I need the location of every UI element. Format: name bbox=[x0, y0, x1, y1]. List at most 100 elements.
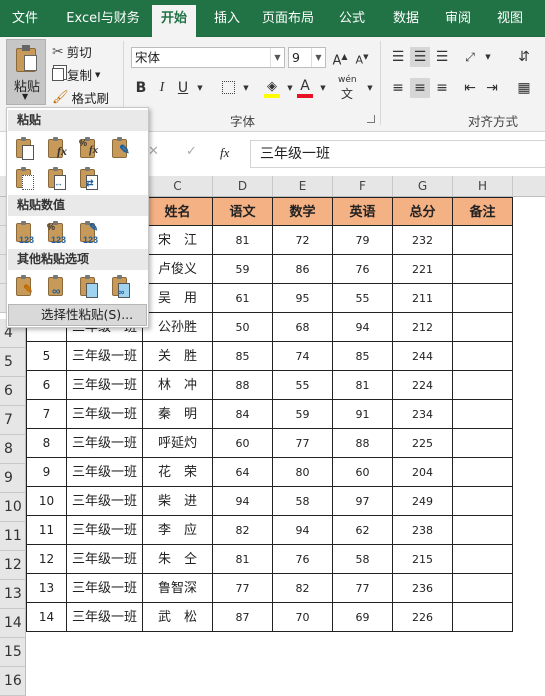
chinese-cell[interactable]: 77 bbox=[213, 574, 273, 603]
index-cell[interactable]: 13 bbox=[26, 574, 67, 603]
chinese-cell[interactable]: 81 bbox=[213, 226, 273, 255]
align-middle-button[interactable]: ☰ bbox=[410, 47, 430, 67]
align-right-button[interactable]: ≡ bbox=[432, 78, 452, 98]
english-cell[interactable]: 58 bbox=[333, 545, 393, 574]
total-cell[interactable]: 244 bbox=[393, 342, 453, 371]
orientation-dropdown[interactable]: ▼ bbox=[478, 47, 498, 67]
total-cell[interactable]: 238 bbox=[393, 516, 453, 545]
row-header[interactable]: 8 bbox=[0, 435, 26, 464]
index-cell[interactable]: 10 bbox=[26, 487, 67, 516]
align-left-button[interactable]: ≡ bbox=[388, 78, 408, 98]
orientation-button[interactable]: ⤢ bbox=[460, 47, 480, 67]
phonetic-button[interactable]: wén 文 bbox=[338, 75, 362, 101]
paste-option-keep-source-format[interactable]: ✎ bbox=[109, 136, 133, 162]
name-cell[interactable]: 鲁智深 bbox=[143, 574, 213, 603]
name-cell[interactable]: 吴 用 bbox=[143, 284, 213, 313]
chinese-cell[interactable]: 84 bbox=[213, 400, 273, 429]
column-header-h[interactable]: H bbox=[453, 176, 513, 197]
paste-option-keep-column-width[interactable]: ↔ bbox=[45, 166, 69, 192]
font-color-dropdown[interactable]: ▼ bbox=[313, 78, 333, 98]
name-cell[interactable]: 公孙胜 bbox=[143, 313, 213, 342]
row-header[interactable]: 16 bbox=[0, 667, 26, 696]
note-cell[interactable] bbox=[453, 371, 513, 400]
borders-dropdown[interactable]: ▼ bbox=[236, 78, 256, 98]
math-cell[interactable]: 59 bbox=[273, 400, 333, 429]
tab-8[interactable]: 视图 bbox=[488, 0, 532, 37]
font-color-button[interactable]: A bbox=[295, 76, 315, 98]
row-header[interactable]: 15 bbox=[0, 638, 26, 667]
note-cell[interactable] bbox=[453, 516, 513, 545]
note-cell[interactable] bbox=[453, 400, 513, 429]
class-cell[interactable]: 三年级一班 bbox=[67, 400, 143, 429]
paste-option-values[interactable]: 123 bbox=[13, 220, 37, 246]
english-cell[interactable]: 81 bbox=[333, 371, 393, 400]
row-header[interactable]: 10 bbox=[0, 493, 26, 522]
column-header-e[interactable]: E bbox=[273, 176, 333, 197]
name-cell[interactable]: 秦 明 bbox=[143, 400, 213, 429]
index-cell[interactable]: 12 bbox=[26, 545, 67, 574]
row-header[interactable]: 5 bbox=[0, 348, 26, 377]
paste-option-picture[interactable] bbox=[77, 274, 101, 300]
total-cell[interactable]: 211 bbox=[393, 284, 453, 313]
index-cell[interactable]: 6 bbox=[26, 371, 67, 400]
total-cell[interactable]: 234 bbox=[393, 400, 453, 429]
class-cell[interactable]: 三年级一班 bbox=[67, 458, 143, 487]
phonetic-dropdown[interactable]: ▼ bbox=[360, 78, 380, 98]
shrink-font-button[interactable]: A▼ bbox=[352, 47, 372, 67]
total-cell[interactable]: 204 bbox=[393, 458, 453, 487]
paste-option-transpose[interactable]: ⇄ bbox=[77, 166, 101, 192]
paste-option-formulas[interactable]: fx bbox=[45, 136, 69, 162]
total-cell[interactable]: 215 bbox=[393, 545, 453, 574]
note-cell[interactable] bbox=[453, 487, 513, 516]
class-cell[interactable]: 三年级一班 bbox=[67, 487, 143, 516]
note-cell[interactable] bbox=[453, 342, 513, 371]
tab-6[interactable]: 数据 bbox=[384, 0, 428, 37]
total-cell[interactable]: 226 bbox=[393, 603, 453, 632]
class-cell[interactable]: 三年级一班 bbox=[67, 545, 143, 574]
row-header[interactable]: 12 bbox=[0, 551, 26, 580]
chinese-cell[interactable]: 81 bbox=[213, 545, 273, 574]
class-cell[interactable]: 三年级一班 bbox=[67, 342, 143, 371]
font-dialog-launcher-icon[interactable] bbox=[367, 115, 375, 123]
english-cell[interactable]: 79 bbox=[333, 226, 393, 255]
header-cell[interactable]: 数学 bbox=[273, 197, 333, 226]
paste-option-formulas-number-format[interactable]: % fx bbox=[77, 136, 101, 162]
name-cell[interactable]: 呼延灼 bbox=[143, 429, 213, 458]
math-cell[interactable]: 74 bbox=[273, 342, 333, 371]
name-cell[interactable]: 林 冲 bbox=[143, 371, 213, 400]
paste-option-paste[interactable] bbox=[13, 136, 37, 162]
name-cell[interactable]: 柴 进 bbox=[143, 487, 213, 516]
math-cell[interactable]: 94 bbox=[273, 516, 333, 545]
enter-icon[interactable]: ✓ bbox=[186, 144, 197, 159]
chinese-cell[interactable]: 85 bbox=[213, 342, 273, 371]
format-painter-button[interactable]: 🖌 格式刷 bbox=[52, 88, 109, 107]
name-cell[interactable]: 花 荣 bbox=[143, 458, 213, 487]
font-size-combo[interactable]: 9 ▼ bbox=[288, 47, 326, 68]
english-cell[interactable]: 60 bbox=[333, 458, 393, 487]
index-cell[interactable]: 7 bbox=[26, 400, 67, 429]
total-cell[interactable]: 232 bbox=[393, 226, 453, 255]
align-bottom-button[interactable]: ☰ bbox=[432, 47, 452, 67]
chinese-cell[interactable]: 87 bbox=[213, 603, 273, 632]
name-cell[interactable]: 李 应 bbox=[143, 516, 213, 545]
paste-button[interactable]: 粘贴 ▼ bbox=[6, 39, 46, 105]
note-cell[interactable] bbox=[453, 545, 513, 574]
paste-option-formatting[interactable]: ✎ bbox=[13, 274, 37, 300]
row-header[interactable]: 7 bbox=[0, 406, 26, 435]
column-header-g[interactable]: G bbox=[393, 176, 453, 197]
note-cell[interactable] bbox=[453, 603, 513, 632]
align-top-button[interactable]: ☰ bbox=[388, 47, 408, 67]
total-cell[interactable]: 212 bbox=[393, 313, 453, 342]
note-cell[interactable] bbox=[453, 226, 513, 255]
tab-4[interactable]: 页面布局 bbox=[257, 0, 319, 37]
chinese-cell[interactable]: 88 bbox=[213, 371, 273, 400]
formula-input[interactable]: 三年级一班 bbox=[250, 140, 545, 168]
header-cell[interactable]: 语文 bbox=[213, 197, 273, 226]
wrap-text-button[interactable]: ⇵ bbox=[514, 47, 534, 67]
math-cell[interactable]: 58 bbox=[273, 487, 333, 516]
row-header[interactable]: 9 bbox=[0, 464, 26, 493]
math-cell[interactable]: 70 bbox=[273, 603, 333, 632]
merge-center-button[interactable]: ▦ bbox=[514, 78, 534, 98]
math-cell[interactable]: 86 bbox=[273, 255, 333, 284]
class-cell[interactable]: 三年级一班 bbox=[67, 516, 143, 545]
